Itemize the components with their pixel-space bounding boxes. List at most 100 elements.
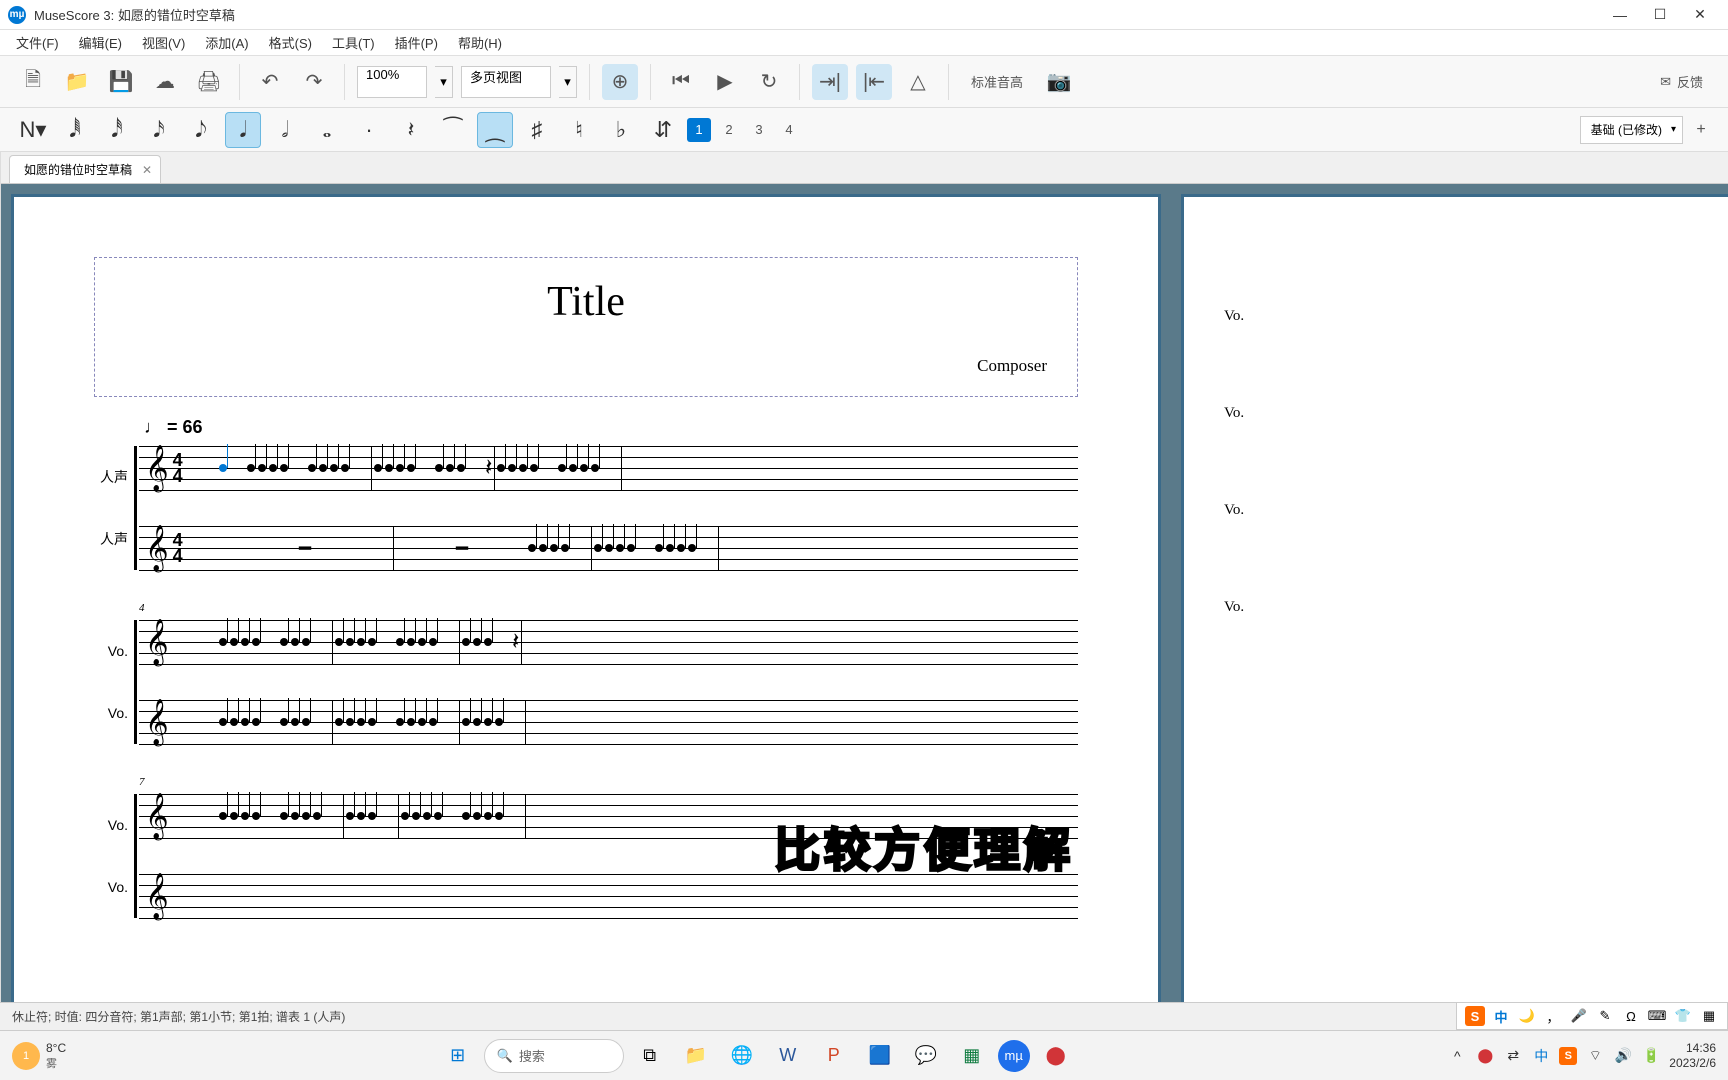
score-page-1[interactable]: Title Composer ♩ = 66 人声 人声 𝄞44 bbox=[11, 194, 1161, 1002]
taskbar-musescore-icon[interactable]: mµ bbox=[998, 1040, 1030, 1072]
staff[interactable]: 𝄞44 𝄽 bbox=[139, 446, 1078, 490]
rest-button[interactable]: 𝄽 bbox=[393, 112, 429, 148]
document-tab[interactable]: 如愿的错位时空草稿 ✕ bbox=[9, 155, 161, 183]
tray-ime-icon[interactable]: 中 bbox=[1531, 1046, 1551, 1066]
tray-overflow-icon[interactable]: ^ bbox=[1447, 1046, 1467, 1066]
taskbar-weather[interactable]: 1 8°C 雾 bbox=[12, 1041, 66, 1071]
concert-pitch-button[interactable]: ⊕ bbox=[602, 64, 638, 100]
tray-sync-icon[interactable]: ⇄ bbox=[1503, 1046, 1523, 1066]
taskbar-ppt-icon[interactable]: P bbox=[814, 1036, 854, 1076]
loop-in-button[interactable]: ⇥| bbox=[812, 64, 848, 100]
title-frame[interactable]: Title Composer bbox=[94, 257, 1078, 397]
tie-button[interactable]: ⁀ bbox=[435, 112, 471, 148]
note-whole-button[interactable]: 𝅝 bbox=[309, 112, 345, 148]
note-16th-button[interactable]: 𝅘𝅥𝅯 bbox=[141, 112, 177, 148]
image-capture-button[interactable]: 📷 bbox=[1041, 64, 1077, 100]
score-page-2[interactable]: 2 Vo. Vo. Vo. Vo. bbox=[1181, 194, 1728, 1002]
taskbar-clock[interactable]: 14:36 2023/2/6 bbox=[1669, 1041, 1716, 1070]
menu-plugins[interactable]: 插件(P) bbox=[387, 31, 446, 54]
close-button[interactable]: ✕ bbox=[1680, 0, 1720, 30]
zoom-dropdown-icon[interactable]: ▾ bbox=[435, 66, 453, 98]
staff[interactable]: 4 𝄞 𝄽 bbox=[139, 620, 1078, 664]
note-half-button[interactable]: 𝅗𝅥 bbox=[267, 112, 303, 148]
measure-notes[interactable] bbox=[219, 690, 1078, 754]
ime-skin-icon[interactable]: 👕 bbox=[1673, 1006, 1693, 1026]
note-8th-button[interactable]: 𝅘𝅥𝅮 bbox=[183, 112, 219, 148]
menu-tools[interactable]: 工具(T) bbox=[324, 31, 383, 54]
tray-sogou-icon[interactable]: S bbox=[1559, 1047, 1577, 1065]
maximize-button[interactable]: ☐ bbox=[1640, 0, 1680, 30]
measure-notes[interactable]: ━ ━ bbox=[219, 516, 1078, 580]
flat-button[interactable]: ♭ bbox=[603, 112, 639, 148]
tray-volume-icon[interactable]: 🔊 bbox=[1613, 1046, 1633, 1066]
score-title[interactable]: Title bbox=[125, 278, 1047, 326]
new-file-button[interactable]: 🗎 bbox=[15, 64, 51, 100]
minimize-button[interactable]: — bbox=[1600, 0, 1640, 30]
menu-view[interactable]: 视图(V) bbox=[134, 31, 193, 54]
ime-lang-icon[interactable]: 中 bbox=[1491, 1006, 1511, 1026]
natural-button[interactable]: ♮ bbox=[561, 112, 597, 148]
voice-4-button[interactable]: 4 bbox=[777, 118, 801, 142]
menu-add[interactable]: 添加(A) bbox=[197, 31, 256, 54]
staff[interactable]: 𝄞 bbox=[139, 700, 1078, 744]
ime-toolbar[interactable]: S 中 🌙 ， 🎤 ✎ Ω ⌨ 👕 ▦ bbox=[1456, 1002, 1728, 1030]
task-view-button[interactable]: ⧉ bbox=[630, 1036, 670, 1076]
open-file-button[interactable]: 📁 bbox=[59, 64, 95, 100]
tempo-marking[interactable]: ♩ = 66 bbox=[144, 417, 1078, 438]
feedback-button[interactable]: ✉反馈 bbox=[1650, 72, 1713, 91]
taskbar-search[interactable]: 🔍搜索 bbox=[484, 1039, 624, 1073]
menu-edit[interactable]: 编辑(E) bbox=[71, 31, 130, 54]
zoom-combo[interactable]: 100% bbox=[357, 66, 427, 98]
metronome-button[interactable]: △ bbox=[900, 64, 936, 100]
note-dot-button[interactable]: · bbox=[351, 112, 387, 148]
menu-format[interactable]: 格式(S) bbox=[261, 31, 320, 54]
ime-edit-icon[interactable]: ✎ bbox=[1595, 1006, 1615, 1026]
slur-button[interactable]: ⁔ bbox=[477, 112, 513, 148]
ime-omega-icon[interactable]: Ω bbox=[1621, 1006, 1641, 1026]
ime-mic-icon[interactable]: 🎤 bbox=[1569, 1006, 1589, 1026]
add-workspace-button[interactable]: + bbox=[1689, 118, 1713, 142]
measure-notes[interactable]: 𝄽 bbox=[219, 610, 1078, 674]
ime-moon-icon[interactable]: 🌙 bbox=[1517, 1006, 1537, 1026]
ime-grid-icon[interactable]: ▦ bbox=[1699, 1006, 1719, 1026]
voice-2-button[interactable]: 2 bbox=[717, 118, 741, 142]
tray-battery-icon[interactable]: 🔋 bbox=[1641, 1046, 1661, 1066]
measure-notes[interactable]: 𝄽 bbox=[219, 436, 1078, 500]
print-button[interactable]: 🖨 bbox=[191, 64, 227, 100]
note-input-mode-button[interactable]: N▾ bbox=[15, 112, 51, 148]
flip-button[interactable]: ⇵ bbox=[645, 112, 681, 148]
view-dropdown-icon[interactable]: ▾ bbox=[559, 66, 577, 98]
note-32nd-button[interactable]: 𝅘𝅥𝅰 bbox=[99, 112, 135, 148]
note-quarter-button[interactable]: 𝅘𝅥 bbox=[225, 112, 261, 148]
play-button[interactable]: ▶ bbox=[707, 64, 743, 100]
menu-help[interactable]: 帮助(H) bbox=[450, 31, 510, 54]
menu-file[interactable]: 文件(F) bbox=[8, 31, 67, 54]
tuning-label[interactable]: 标准音高 bbox=[961, 72, 1033, 91]
taskbar-sheet-icon[interactable]: ▦ bbox=[952, 1036, 992, 1076]
taskbar-app-icon[interactable]: 🟦 bbox=[860, 1036, 900, 1076]
taskbar-edge-icon[interactable]: 🌐 bbox=[722, 1036, 762, 1076]
workspace-combo[interactable]: 基础 (已修改) bbox=[1580, 116, 1683, 144]
rewind-button[interactable]: ⏮ bbox=[663, 64, 699, 100]
note-64th-button[interactable]: 𝅘𝅥𝅱 bbox=[57, 112, 93, 148]
ime-sogou-icon[interactable]: S bbox=[1465, 1006, 1485, 1026]
voice-1-button[interactable]: 1 bbox=[687, 118, 711, 142]
ime-punct-icon[interactable]: ， bbox=[1543, 1006, 1563, 1026]
taskbar-explorer-icon[interactable]: 📁 bbox=[676, 1036, 716, 1076]
voice-3-button[interactable]: 3 bbox=[747, 118, 771, 142]
loop-button[interactable]: ↻ bbox=[751, 64, 787, 100]
staff[interactable]: 𝄞44 ━ ━ bbox=[139, 526, 1078, 570]
sharp-button[interactable]: ♯ bbox=[519, 112, 555, 148]
tray-record-icon[interactable]: ⬤ bbox=[1475, 1046, 1495, 1066]
taskbar-chat-icon[interactable]: 💬 bbox=[906, 1036, 946, 1076]
score-composer[interactable]: Composer bbox=[125, 356, 1047, 376]
cloud-upload-button[interactable]: ☁ bbox=[147, 64, 183, 100]
tray-wifi-icon[interactable]: ⌔ bbox=[1585, 1046, 1605, 1066]
start-button[interactable]: ⊞ bbox=[438, 1036, 478, 1076]
undo-button[interactable]: ↶ bbox=[252, 64, 288, 100]
staff[interactable]: 𝄞 bbox=[139, 874, 1078, 918]
taskbar-record-icon[interactable]: ⬤ bbox=[1036, 1036, 1076, 1076]
tab-close-icon[interactable]: ✕ bbox=[142, 163, 152, 177]
ime-keyboard-icon[interactable]: ⌨ bbox=[1647, 1006, 1667, 1026]
redo-button[interactable]: ↷ bbox=[296, 64, 332, 100]
